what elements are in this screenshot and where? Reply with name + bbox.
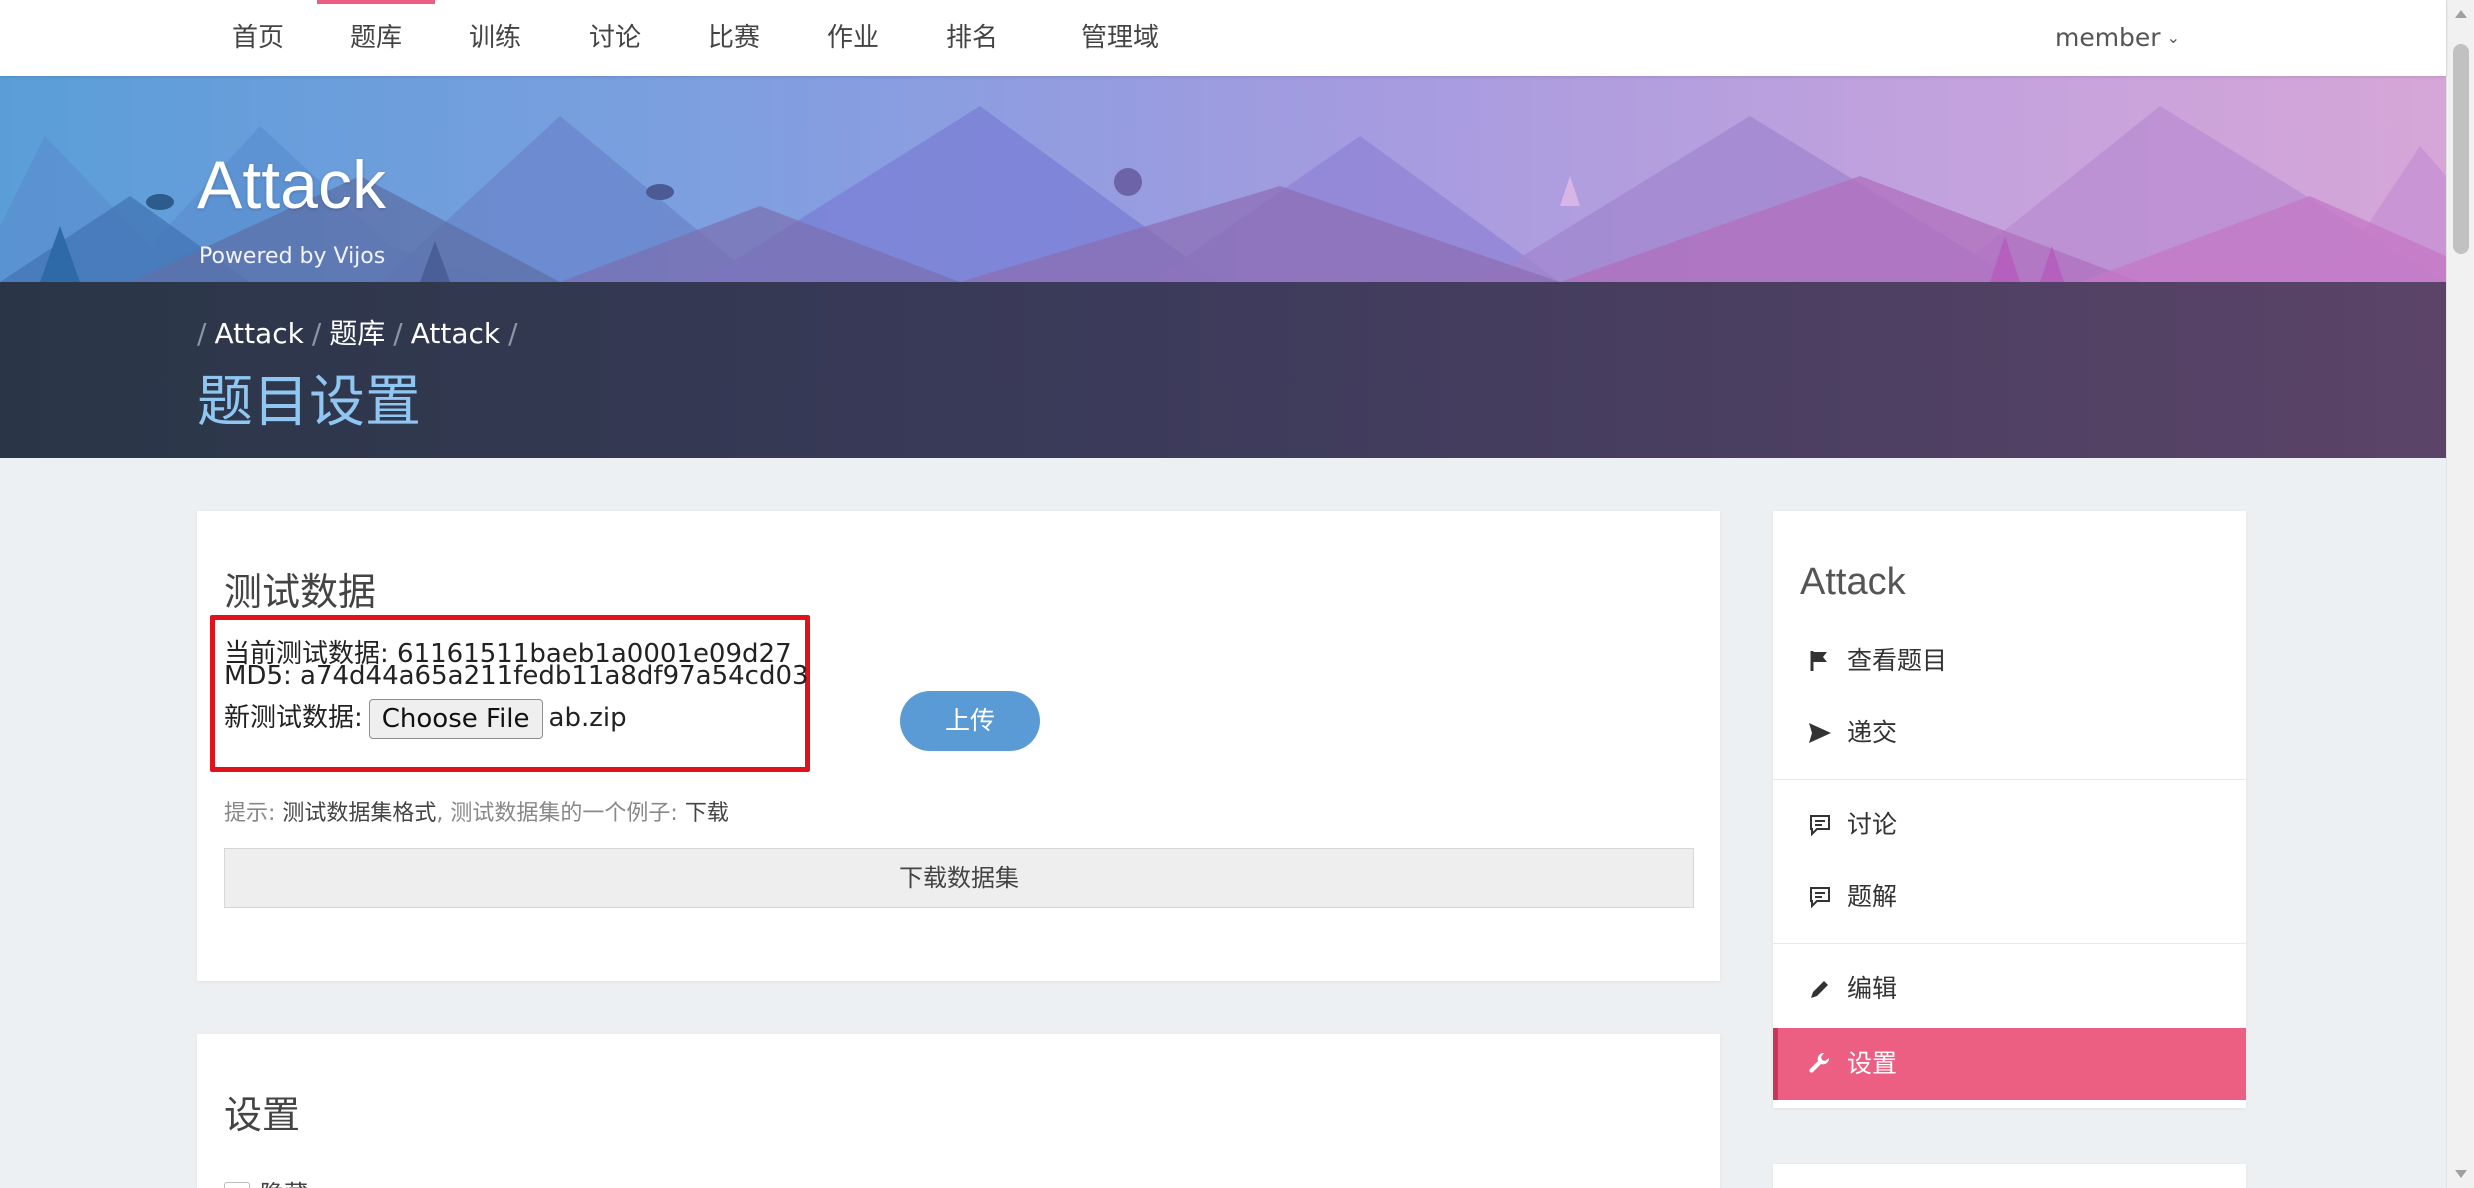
sidebar-item-solution[interactable]: 题解 — [1773, 861, 2246, 933]
testdata-section: 测试数据 当前测试数据: 61161511baeb1a0001e09d27 MD… — [197, 511, 1720, 981]
nav-discussion[interactable]: 讨论 — [582, 0, 648, 76]
hidden-checkbox[interactable] — [224, 1182, 250, 1188]
chevron-down-icon: ⌄ — [2166, 28, 2180, 47]
upload-button[interactable]: 上传 — [900, 691, 1040, 751]
testdata-format-link[interactable]: 测试数据集格式 — [282, 801, 436, 826]
breadcrumb-domain[interactable]: Attack — [214, 317, 303, 350]
sidebar-item-view-problem[interactable]: 查看题目 — [1773, 625, 2246, 697]
comment-icon — [1807, 789, 1833, 861]
choose-file-button[interactable]: Choose File — [368, 698, 543, 739]
breadcrumb-separator: / — [197, 317, 207, 350]
sidebar-item-label: 递交 — [1847, 718, 1898, 747]
hidden-option: 隐藏 — [224, 1174, 308, 1188]
page-header: / Attack / 题库 / Attack / 题目设置 — [0, 282, 2446, 458]
pencil-icon — [1807, 953, 1833, 1025]
site-title: Attack — [197, 147, 386, 223]
settings-title: 设置 — [224, 1093, 301, 1137]
comment-icon — [1807, 861, 1833, 933]
sidebar-title: Attack — [1800, 561, 1906, 603]
breadcrumb-problem[interactable]: Attack — [411, 317, 500, 350]
hidden-label: 隐藏 — [260, 1180, 308, 1188]
hint-prefix: 提示: — [224, 801, 283, 826]
send-icon — [1807, 697, 1833, 769]
selected-file-name: ab.zip — [548, 703, 627, 733]
user-menu[interactable]: member ⌄ — [2055, 0, 2180, 76]
nav-problems[interactable]: 题库 — [317, 0, 435, 76]
sidebar-item-label: 题解 — [1847, 882, 1898, 911]
scroll-thumb[interactable] — [2453, 44, 2469, 254]
breadcrumb-separator: / — [393, 317, 403, 350]
breadcrumb: / Attack / 题库 / Attack / — [197, 312, 526, 352]
flag-icon — [1807, 625, 1833, 697]
hint-middle: , 测试数据集的一个例子: — [436, 801, 685, 826]
nav-domain-manage[interactable]: 管理域 — [1058, 0, 1182, 76]
scroll-up-arrow[interactable] — [2455, 10, 2467, 18]
sidebar-secondary-panel — [1773, 1164, 2246, 1188]
wrench-icon — [1807, 1028, 1833, 1100]
scroll-down-arrow[interactable] — [2455, 1170, 2467, 1178]
hero-banner: Attack Powered by Vijos — [0, 76, 2446, 282]
nav-home[interactable]: 首页 — [225, 0, 291, 76]
page-title: 题目设置 — [197, 370, 421, 435]
new-testdata-label: 新测试数据: — [224, 703, 363, 733]
breadcrumb-separator: / — [508, 317, 518, 350]
testdata-md5: MD5: a74d44a65a211fedb11a8df97a54cd03 — [224, 661, 809, 691]
nav-contest[interactable]: 比赛 — [701, 0, 767, 76]
sidebar-item-label: 设置 — [1847, 1049, 1898, 1078]
sidebar-item-label: 编辑 — [1847, 974, 1898, 1003]
sidebar-item-label: 讨论 — [1847, 810, 1898, 839]
sidebar-divider — [1773, 779, 2246, 780]
user-name: member — [2054, 23, 2161, 52]
sidebar-item-label: 查看题目 — [1847, 646, 1948, 675]
vertical-scrollbar[interactable] — [2446, 0, 2474, 1188]
sidebar-item-submit[interactable]: 递交 — [1773, 697, 2246, 769]
sidebar-divider — [1773, 943, 2246, 944]
site-subtitle: Powered by Vijos — [199, 244, 386, 269]
sidebar-item-edit[interactable]: 编辑 — [1773, 953, 2246, 1025]
new-testdata-row: 新测试数据: Choose File ab.zip — [224, 697, 627, 739]
breadcrumb-separator: / — [311, 317, 322, 350]
sidebar-item-settings[interactable]: 设置 — [1773, 1028, 2246, 1100]
settings-section: 设置 隐藏 — [197, 1034, 1720, 1188]
breadcrumb-problems[interactable]: 题库 — [329, 317, 385, 350]
nav-training[interactable]: 训练 — [462, 0, 528, 76]
top-navigation: 首页 题库 训练 讨论 比赛 作业 排名 管理域 member ⌄ — [0, 0, 2446, 76]
testdata-hint: 提示: 测试数据集格式, 测试数据集的一个例子: 下载 — [224, 795, 729, 827]
testdata-title: 测试数据 — [224, 570, 377, 614]
download-dataset-button[interactable]: 下载数据集 — [224, 848, 1694, 908]
example-download-link[interactable]: 下载 — [685, 801, 729, 826]
nav-ranking[interactable]: 排名 — [939, 0, 1005, 76]
sidebar-item-discussion[interactable]: 讨论 — [1773, 789, 2246, 861]
problem-sidebar: Attack 查看题目 递交 讨论 题解 编辑 设置 — [1773, 511, 2246, 1108]
nav-homework[interactable]: 作业 — [820, 0, 886, 76]
